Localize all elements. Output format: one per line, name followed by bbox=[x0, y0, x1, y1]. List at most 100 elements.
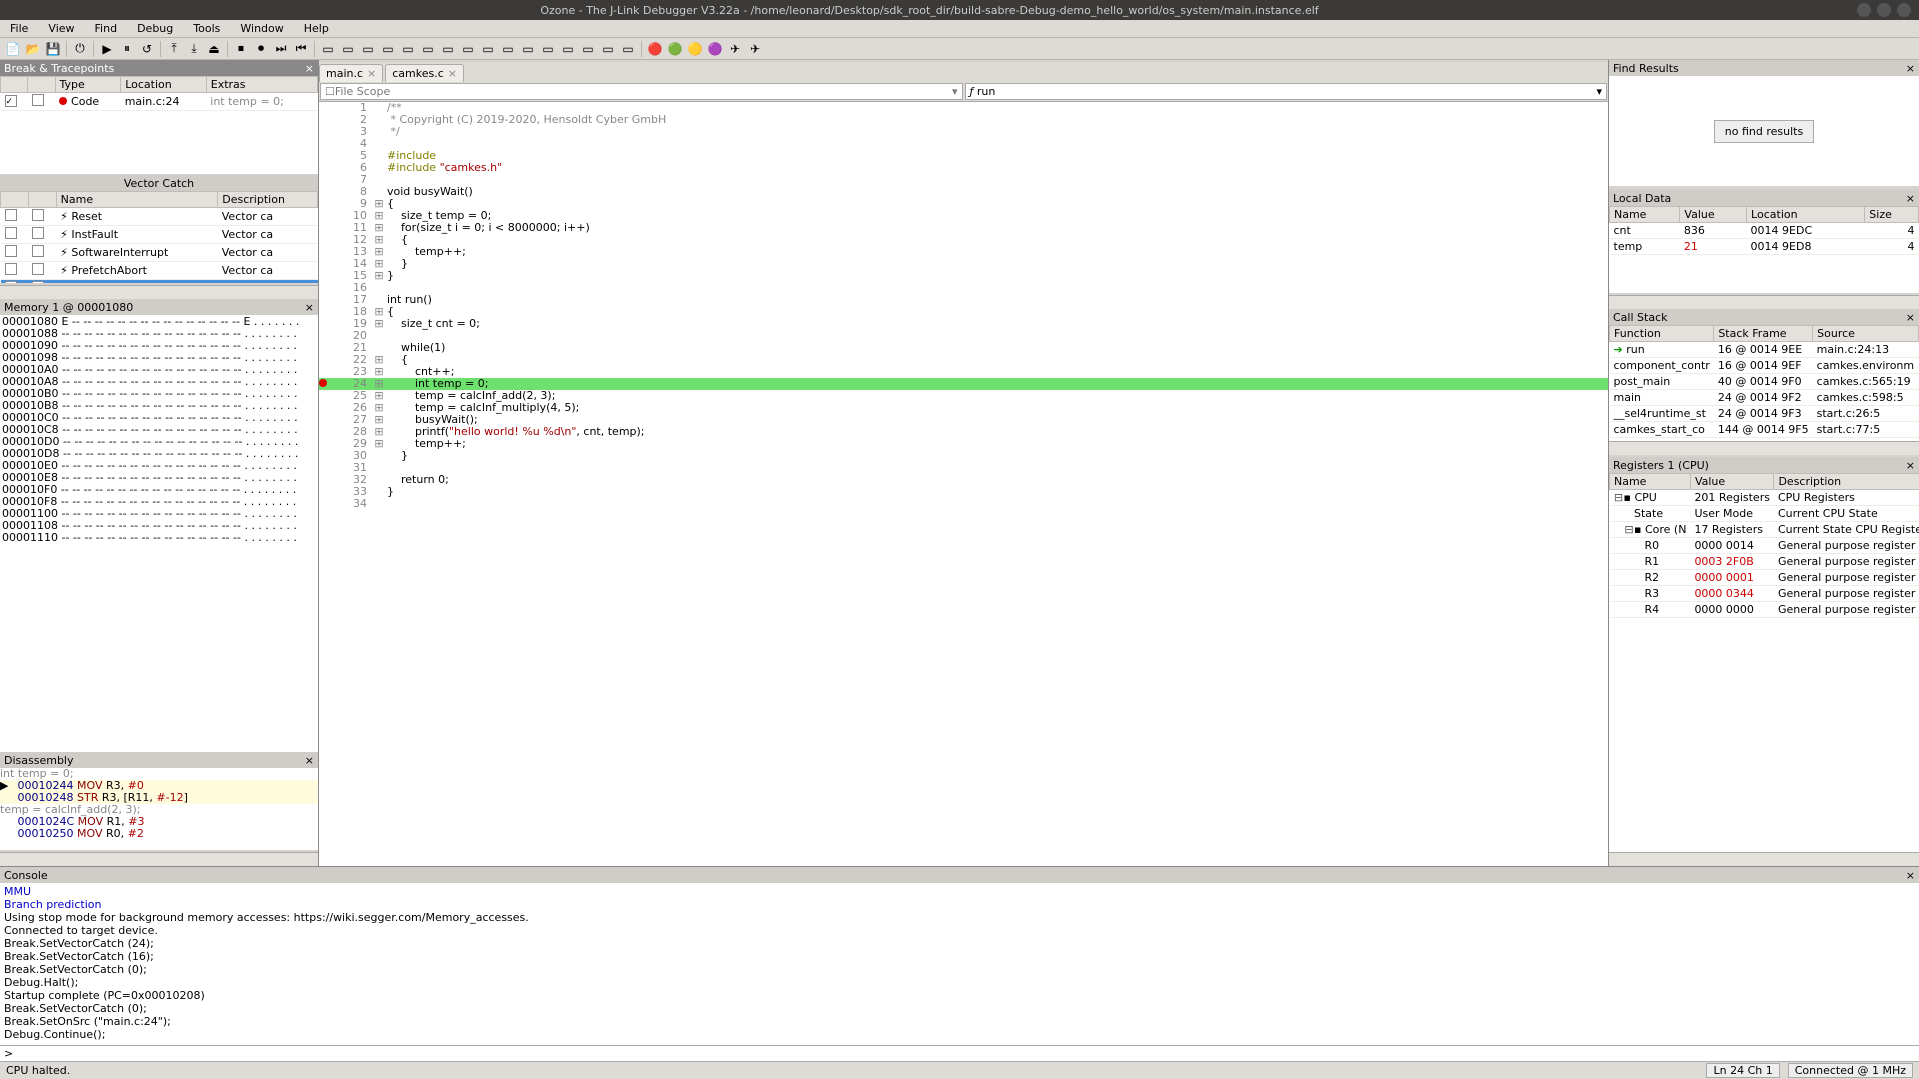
toolbar-btn-0[interactable]: 📄 bbox=[4, 40, 22, 58]
vector-catch-hscroll[interactable] bbox=[0, 285, 318, 299]
toolbar-btn-24[interactable]: ▭ bbox=[419, 40, 437, 58]
menu-tools[interactable]: Tools bbox=[183, 20, 230, 37]
menu-debug[interactable]: Debug bbox=[127, 20, 183, 37]
registers-hscroll[interactable] bbox=[1609, 852, 1919, 866]
console-output[interactable]: MMU Branch predictionUsing stop mode for… bbox=[0, 883, 1919, 1045]
local-data-close-icon[interactable]: × bbox=[1906, 192, 1915, 205]
stack-frame-row[interactable]: main24 @ 0014 9F2camkes.c:598:50001 163 bbox=[1610, 390, 1919, 406]
toolbar-btn-23[interactable]: ▭ bbox=[399, 40, 417, 58]
tab-close-icon[interactable]: × bbox=[367, 67, 376, 80]
status-connection: Connected @ 1 MHz bbox=[1788, 1063, 1913, 1078]
toolbar-btn-21[interactable]: ▭ bbox=[359, 40, 377, 58]
toolbar-btn-25[interactable]: ▭ bbox=[439, 40, 457, 58]
tab-camkes-c[interactable]: camkes.c× bbox=[385, 64, 464, 82]
find-close-icon[interactable]: × bbox=[1906, 62, 1915, 75]
vector-catch-row[interactable]: ⚡ PrefetchAbortVector ca bbox=[1, 262, 318, 280]
call-stack-hscroll[interactable] bbox=[1609, 441, 1919, 455]
register-row[interactable]: ⊟▪ Core (N17 RegistersCurrent State CPU … bbox=[1610, 522, 1919, 538]
stack-frame-row[interactable]: _camkes_start_c24 @ 0014 9F6camkes.c:317… bbox=[1610, 438, 1919, 442]
toolbar-btn-30[interactable]: ▭ bbox=[539, 40, 557, 58]
toolbar-btn-10[interactable]: ⤒ bbox=[165, 40, 183, 58]
register-row[interactable]: R20000 0001General purpose register 2 bbox=[1610, 570, 1919, 586]
registers-close-icon[interactable]: × bbox=[1906, 459, 1915, 472]
toolbar-btn-4[interactable]: ⏻ bbox=[71, 40, 89, 58]
toolbar-btn-22[interactable]: ▭ bbox=[379, 40, 397, 58]
toolbar-btn-17[interactable]: ⏮ bbox=[292, 40, 310, 58]
tab-close-icon[interactable]: × bbox=[448, 67, 457, 80]
toolbar-btn-32[interactable]: ▭ bbox=[579, 40, 597, 58]
tab-main-c[interactable]: main.c× bbox=[319, 64, 383, 82]
scope-dropdown[interactable]: ☐ File Scope▾ bbox=[320, 83, 963, 100]
register-row[interactable]: R40000 0000General purpose register 4 bbox=[1610, 602, 1919, 618]
disassembly-hscroll[interactable] bbox=[0, 852, 318, 866]
toolbar-btn-2[interactable]: 💾 bbox=[44, 40, 62, 58]
memory-close-icon[interactable]: × bbox=[305, 301, 314, 314]
toolbar-btn-12[interactable]: ⏏ bbox=[205, 40, 223, 58]
menu-find[interactable]: Find bbox=[85, 20, 128, 37]
toolbar-btn-8[interactable]: ↺ bbox=[138, 40, 156, 58]
registers-header: Registers 1 (CPU)× bbox=[1609, 457, 1919, 473]
toolbar-btn-41[interactable]: ✈ bbox=[746, 40, 764, 58]
local-var-row[interactable]: cnt8360014 9EDC4 bbox=[1610, 223, 1919, 239]
stack-frame-row[interactable]: ➔ run16 @ 0014 9EEmain.c:24:130001 024 bbox=[1610, 342, 1919, 358]
toolbar-btn-28[interactable]: ▭ bbox=[499, 40, 517, 58]
call-stack-close-icon[interactable]: × bbox=[1906, 311, 1915, 324]
toolbar-btn-29[interactable]: ▭ bbox=[519, 40, 537, 58]
vector-catch-row[interactable]: ⚡ DataAbortVector ca bbox=[1, 280, 318, 284]
toolbar-btn-11[interactable]: ⤓ bbox=[185, 40, 203, 58]
minimize-button[interactable] bbox=[1857, 3, 1871, 17]
toolbar-btn-31[interactable]: ▭ bbox=[559, 40, 577, 58]
toolbar-btn-33[interactable]: ▭ bbox=[599, 40, 617, 58]
stack-frame-row[interactable]: post_main40 @ 0014 9F0camkes.c:565:19000… bbox=[1610, 374, 1919, 390]
toolbar-btn-40[interactable]: ✈ bbox=[726, 40, 744, 58]
disassembly-close-icon[interactable]: × bbox=[305, 754, 314, 767]
toolbar-btn-37[interactable]: 🟢 bbox=[666, 40, 684, 58]
toolbar-btn-34[interactable]: ▭ bbox=[619, 40, 637, 58]
register-row[interactable]: R30000 0344General purpose register 3 bbox=[1610, 586, 1919, 602]
toolbar-btn-1[interactable]: 📂 bbox=[24, 40, 42, 58]
toolbar-btn-15[interactable]: ⏺ bbox=[252, 40, 270, 58]
vector-catch-row[interactable]: ⚡ SoftwareInterruptVector ca bbox=[1, 244, 318, 262]
register-row[interactable]: ⊟▪ CPU201 RegistersCPU Registers bbox=[1610, 490, 1919, 506]
breakpoint-row[interactable]: Codemain.c:24int temp = 0; bbox=[1, 93, 318, 111]
no-find-results-button[interactable]: no find results bbox=[1714, 120, 1814, 143]
disassembly-header: Disassembly× bbox=[0, 752, 318, 768]
toolbar-btn-16[interactable]: ⏭ bbox=[272, 40, 290, 58]
console-input[interactable]: > bbox=[0, 1045, 1919, 1061]
close-button[interactable] bbox=[1897, 3, 1911, 17]
vector-catch-row[interactable]: ⚡ InstFaultVector ca bbox=[1, 226, 318, 244]
toolbar-btn-20[interactable]: ▭ bbox=[339, 40, 357, 58]
menu-help[interactable]: Help bbox=[294, 20, 339, 37]
stack-frame-row[interactable]: __sel4runtime_st24 @ 0014 9F3start.c:26:… bbox=[1610, 406, 1919, 422]
toolbar-btn-7[interactable]: ⏸ bbox=[118, 40, 136, 58]
local-var-row[interactable]: temp210014 9ED84 bbox=[1610, 239, 1919, 255]
toolbar-btn-27[interactable]: ▭ bbox=[479, 40, 497, 58]
stack-frame-row[interactable]: camkes_start_co144 @ 0014 9F5start.c:77:… bbox=[1610, 422, 1919, 438]
vector-catch-row[interactable]: ⚡ ResetVector ca bbox=[1, 208, 318, 226]
disassembly-view[interactable]: int temp = 0;▶ 00010244 MOV R3, #0 00010… bbox=[0, 768, 318, 850]
call-stack-table: FunctionStack FrameSourcePC➔ run16 @ 001… bbox=[1609, 325, 1919, 441]
register-row[interactable]: R00000 0014General purpose register 0 bbox=[1610, 538, 1919, 554]
toolbar-btn-6[interactable]: ▶ bbox=[98, 40, 116, 58]
maximize-button[interactable] bbox=[1877, 3, 1891, 17]
toolbar-btn-19[interactable]: ▭ bbox=[319, 40, 337, 58]
breakpoints-close-icon[interactable]: × bbox=[305, 62, 314, 75]
console-close-icon[interactable]: × bbox=[1906, 869, 1915, 882]
toolbar-btn-14[interactable]: ⏹ bbox=[232, 40, 250, 58]
function-dropdown[interactable]: ƒ run▾ bbox=[965, 83, 1608, 100]
toolbar-btn-38[interactable]: 🟡 bbox=[686, 40, 704, 58]
source-editor[interactable]: 1/**2 * Copyright (C) 2019-2020, Hensold… bbox=[319, 102, 1608, 866]
toolbar-btn-39[interactable]: 🟣 bbox=[706, 40, 724, 58]
local-data-hscroll[interactable] bbox=[1609, 295, 1919, 309]
memory-view[interactable]: 00001080 E -- -- -- -- -- -- -- -- -- --… bbox=[0, 315, 318, 752]
toolbar-btn-36[interactable]: 🔴 bbox=[646, 40, 664, 58]
breakpoints-table: TypeLocationExtras Codemain.c:24int temp… bbox=[0, 76, 318, 111]
register-row[interactable]: StateUser ModeCurrent CPU State bbox=[1610, 506, 1919, 522]
stack-frame-row[interactable]: component_contr16 @ 0014 9EFcamkes.envir… bbox=[1610, 358, 1919, 374]
menu-view[interactable]: View bbox=[38, 20, 84, 37]
menu-file[interactable]: File bbox=[0, 20, 38, 37]
register-row[interactable]: R10003 2F0BGeneral purpose register 1 bbox=[1610, 554, 1919, 570]
menu-window[interactable]: Window bbox=[230, 20, 293, 37]
toolbar-btn-26[interactable]: ▭ bbox=[459, 40, 477, 58]
memory-header: Memory 1 @ 00001080× bbox=[0, 299, 318, 315]
